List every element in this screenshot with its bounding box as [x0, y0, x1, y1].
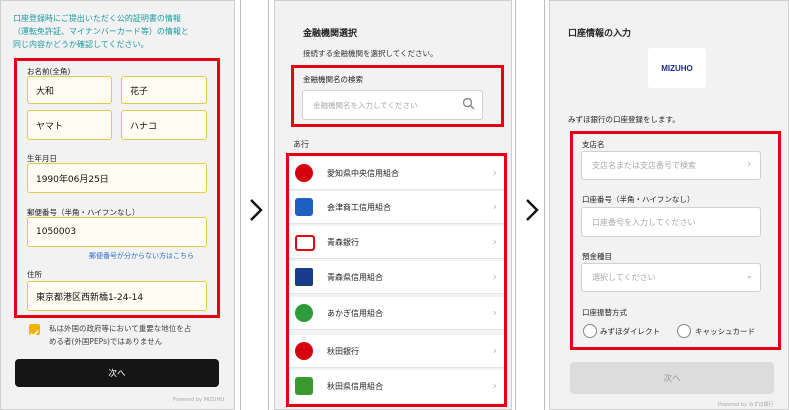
page-subtitle: 接続する金融機関を選択してください。 [303, 49, 438, 58]
section-header-a: あ行 [293, 140, 309, 149]
page-title: 口座情報の入力 [568, 29, 632, 39]
highlight-frame-search [291, 65, 504, 127]
divider-4 [544, 0, 545, 410]
mizuho-logo-text: MIZUHO [661, 63, 693, 73]
mizuho-logo: MIZUHO [648, 48, 706, 88]
notice-line-2: （運転免許証、マイナンバーカード等）の情報と [13, 27, 189, 36]
divider-1 [240, 0, 241, 410]
divider-2 [268, 0, 269, 410]
account-info-screen: 口座情報の入力 MIZUHO みずほ銀行の口座登録をします。 支店名 支店名また… [549, 0, 789, 410]
checkbox-checked-icon[interactable] [29, 324, 40, 338]
peps-text-line-1: 私は外国の政府等において重要な地位を占 [49, 324, 192, 333]
powered-by-text: Powered by MIZUHO [173, 397, 225, 403]
chevron-right-icon [526, 199, 539, 221]
powered-by-text: Powered by みずほ銀行 [718, 402, 774, 408]
bank-selection-screen: 金融機関選択 接続する金融機関を選択してください。 金融機関名の検索 金融機関名… [274, 0, 512, 410]
highlight-frame-personal-info [14, 58, 220, 318]
highlight-frame-bank-list [286, 153, 507, 407]
personal-info-screen: 口座登録時にご提出いただく公的証明書の情報 （運転免許証、マイナンバーカード等）… [0, 0, 235, 410]
intro-text: みずほ銀行の口座登録をします。 [568, 115, 680, 124]
next-button[interactable]: 次へ [570, 362, 774, 394]
chevron-right-icon [250, 199, 263, 221]
notice-line-3: 同じ内容かどうか確認してください。 [13, 40, 149, 49]
divider-3 [515, 0, 516, 410]
highlight-frame-account-info [570, 131, 781, 350]
page-title: 金融機関選択 [303, 29, 358, 39]
peps-text-line-2: める者(外国PEPs)ではありません [49, 337, 163, 346]
notice-line-1: 口座登録時にご提出いただく公的証明書の情報 [13, 14, 181, 23]
next-button[interactable]: 次へ [15, 359, 219, 387]
